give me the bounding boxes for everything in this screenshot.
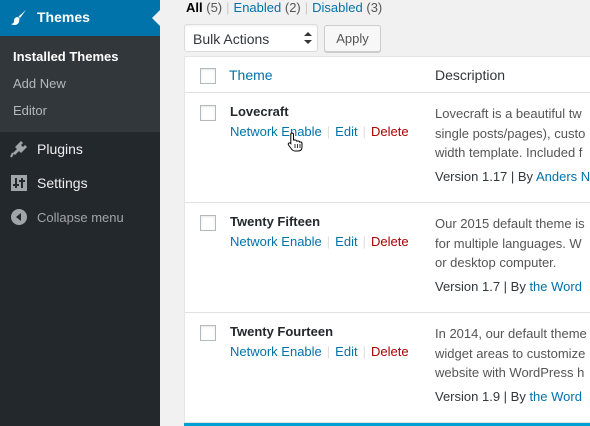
submenu-editor[interactable]: Editor <box>13 103 47 118</box>
filter-all-count: (5) <box>206 0 223 15</box>
menu-item-settings[interactable]: Settings <box>0 166 160 200</box>
filter-disabled[interactable]: Disabled <box>312 0 363 15</box>
row-checkbox[interactable] <box>200 105 216 121</box>
menu-label: Collapse menu <box>37 210 124 225</box>
row-actions: Network Enable | Edit | Delete <box>230 344 409 359</box>
table-header: Theme Description <box>185 57 590 93</box>
author-link[interactable]: the Word <box>529 389 582 404</box>
author-link[interactable]: Anders N <box>536 169 590 184</box>
current-arrow <box>152 10 160 26</box>
menu-item-themes[interactable]: Themes <box>0 0 160 36</box>
theme-version: Version 1.17 | By Anders N <box>435 169 590 184</box>
select-all-checkbox[interactable] <box>200 68 216 84</box>
submenu-add-new[interactable]: Add New <box>13 76 66 91</box>
delete-link[interactable]: Delete <box>371 344 409 359</box>
bulk-actions-select[interactable]: Bulk Actions <box>184 24 318 52</box>
status-filters: All (5) | Enabled (2) | Disabled (3) <box>186 0 383 15</box>
column-theme[interactable]: Theme <box>229 67 273 83</box>
theme-description: Our 2015 default theme is for multiple l… <box>435 216 585 270</box>
paintbrush-icon <box>11 10 26 26</box>
table-row: Twenty Fifteen Network Enable | Edit | Delet… <box>185 203 590 313</box>
network-enable-link[interactable]: Network Enable <box>230 234 322 249</box>
menu-label: Settings <box>37 175 88 191</box>
themes-table: Theme Description Lovecraft Network Enab… <box>184 56 590 426</box>
bulk-actions-value: Bulk Actions <box>193 31 270 47</box>
column-description: Description <box>435 67 506 83</box>
themes-submenu: Installed Themes Add New Editor <box>0 36 160 132</box>
edit-link[interactable]: Edit <box>335 124 357 139</box>
delete-link[interactable]: Delete <box>371 234 409 249</box>
theme-description: In 2014, our default theme widget areas … <box>435 326 587 380</box>
row-actions: Network Enable | Edit | Delete <box>230 124 409 139</box>
filter-enabled[interactable]: Enabled <box>234 0 282 15</box>
filter-all[interactable]: All <box>186 0 203 15</box>
row-actions: Network Enable | Edit | Delete <box>230 234 409 249</box>
menu-item-plugins[interactable]: Plugins <box>0 132 160 166</box>
author-link[interactable]: the Word <box>529 279 582 294</box>
menu-label: Plugins <box>37 141 83 157</box>
filter-enabled-count: (2) <box>284 0 301 15</box>
theme-name: Twenty Fourteen <box>230 324 334 339</box>
row-checkbox[interactable] <box>200 215 216 231</box>
menu-label: Themes <box>37 9 90 25</box>
delete-link[interactable]: Delete <box>371 124 409 139</box>
apply-button[interactable]: Apply <box>324 25 381 52</box>
filter-disabled-count: (3) <box>366 0 383 15</box>
plugin-icon <box>10 141 27 158</box>
network-enable-link[interactable]: Network Enable <box>230 344 322 359</box>
row-checkbox[interactable] <box>200 325 216 341</box>
select-arrows-icon <box>304 32 312 44</box>
theme-version: Version 1.7 | By the Word <box>435 279 582 294</box>
table-row: Twenty Fourteen Network Enable | Edit | Dele… <box>185 313 590 423</box>
theme-name: Lovecraft <box>230 104 289 119</box>
submenu-installed-themes[interactable]: Installed Themes <box>13 49 118 64</box>
edit-link[interactable]: Edit <box>335 234 357 249</box>
theme-description: Lovecraft is a beautiful tw single posts… <box>435 106 586 160</box>
network-enable-link[interactable]: Network Enable <box>230 124 322 139</box>
theme-version: Version 1.9 | By the Word <box>435 389 582 404</box>
collapse-icon <box>11 209 27 225</box>
admin-sidebar: Themes Installed Themes Add New Editor P… <box>0 0 160 426</box>
table-row: Lovecraft Network Enable | Edit | Delete Lov… <box>185 93 590 203</box>
settings-icon <box>11 175 27 191</box>
theme-name: Twenty Fifteen <box>230 214 321 229</box>
collapse-menu[interactable]: Collapse menu <box>0 200 160 234</box>
edit-link[interactable]: Edit <box>335 344 357 359</box>
hand-cursor-icon <box>287 132 303 152</box>
